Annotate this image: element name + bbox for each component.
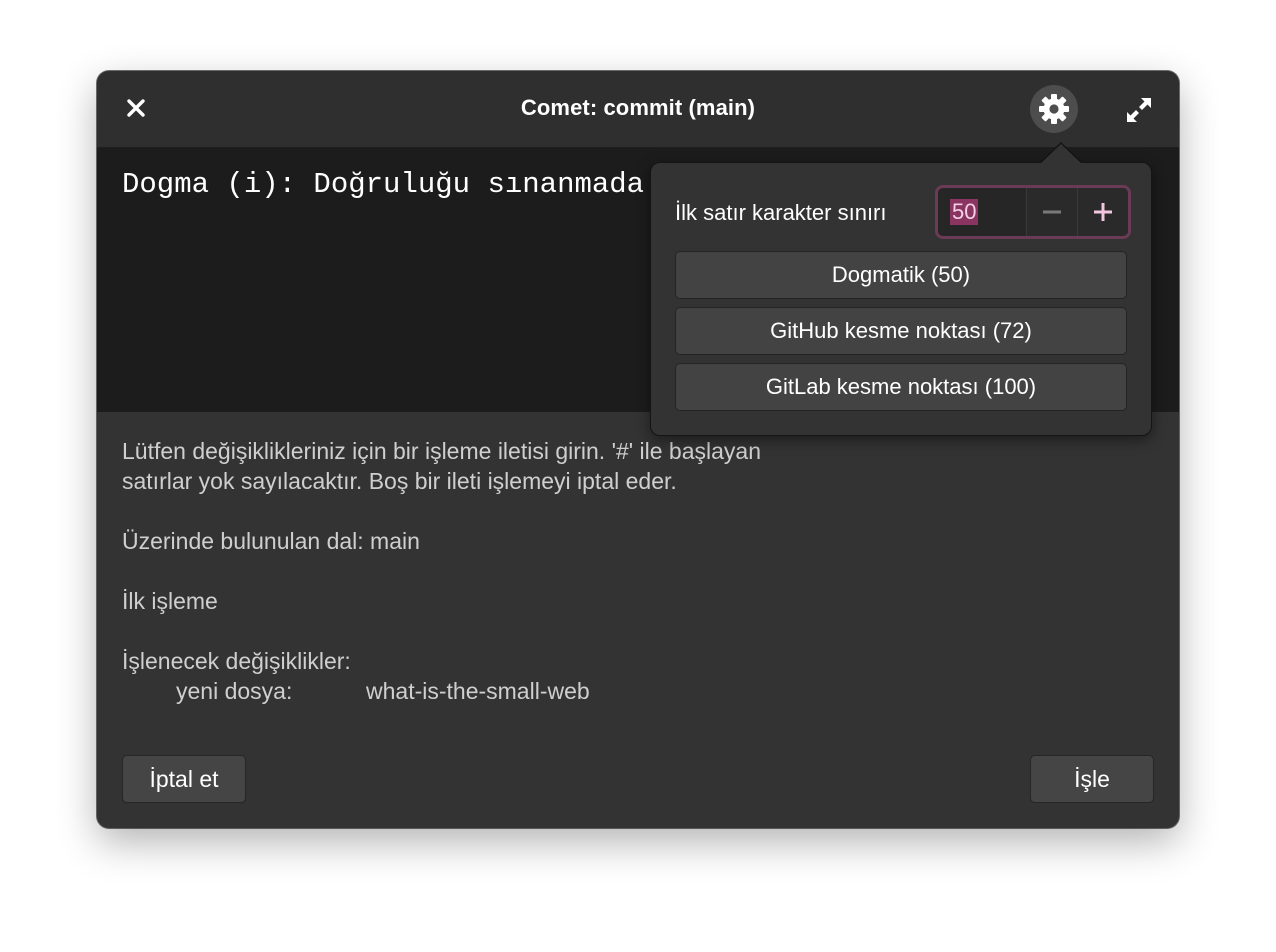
branch-info: Üzerinde bulunulan dal: main (122, 528, 420, 554)
window-title: Comet: commit (main) (520, 95, 756, 120)
comment-line: satırlar yok sayılacaktır. Boş bir ileti… (122, 468, 677, 494)
commit-comment: Lütfen değişiklikleriniz için bir işleme… (122, 436, 761, 706)
preset-dogmatic-button[interactable]: Dogmatik (50) (675, 251, 1127, 299)
minus-icon (1043, 210, 1061, 214)
settings-popover: İlk satır karakter sınırı 50 Dogmatik (5… (650, 162, 1152, 436)
limit-input[interactable]: 50 (938, 188, 1026, 236)
commit-button[interactable]: İşle (1030, 755, 1154, 803)
popover-arrow-fill (1040, 144, 1082, 164)
limit-value: 50 (950, 199, 979, 225)
file-status: yeni dosya: (176, 678, 293, 704)
changes-header: İşlenecek değişiklikler: (122, 648, 351, 674)
increment-button[interactable] (1077, 188, 1128, 236)
plus-icon (1094, 203, 1112, 221)
settings-button[interactable] (1030, 85, 1078, 133)
comment-line: Lütfen değişiklikleriniz için bir işleme… (122, 438, 762, 464)
title-bar: Comet: commit (main) (97, 71, 1179, 148)
changed-file-row: yeni dosya: what-is-the-small-web (122, 676, 761, 706)
commit-message-text: Dogma (i): Doğruluğu sınanmada (122, 168, 645, 201)
maximize-icon (1127, 98, 1151, 122)
preset-github-button[interactable]: GitHub kesme noktası (72) (675, 307, 1127, 355)
decrement-button[interactable] (1026, 188, 1077, 236)
gear-icon (1039, 94, 1069, 124)
cancel-button[interactable]: İptal et (122, 755, 246, 803)
limit-spinbutton[interactable]: 50 (935, 185, 1131, 239)
file-name: what-is-the-small-web (366, 678, 590, 704)
preset-gitlab-button[interactable]: GitLab kesme noktası (100) (675, 363, 1127, 411)
first-commit-info: İlk işleme (122, 588, 218, 614)
maximize-button[interactable] (1124, 95, 1154, 125)
limit-label: İlk satır karakter sınırı (675, 200, 887, 225)
